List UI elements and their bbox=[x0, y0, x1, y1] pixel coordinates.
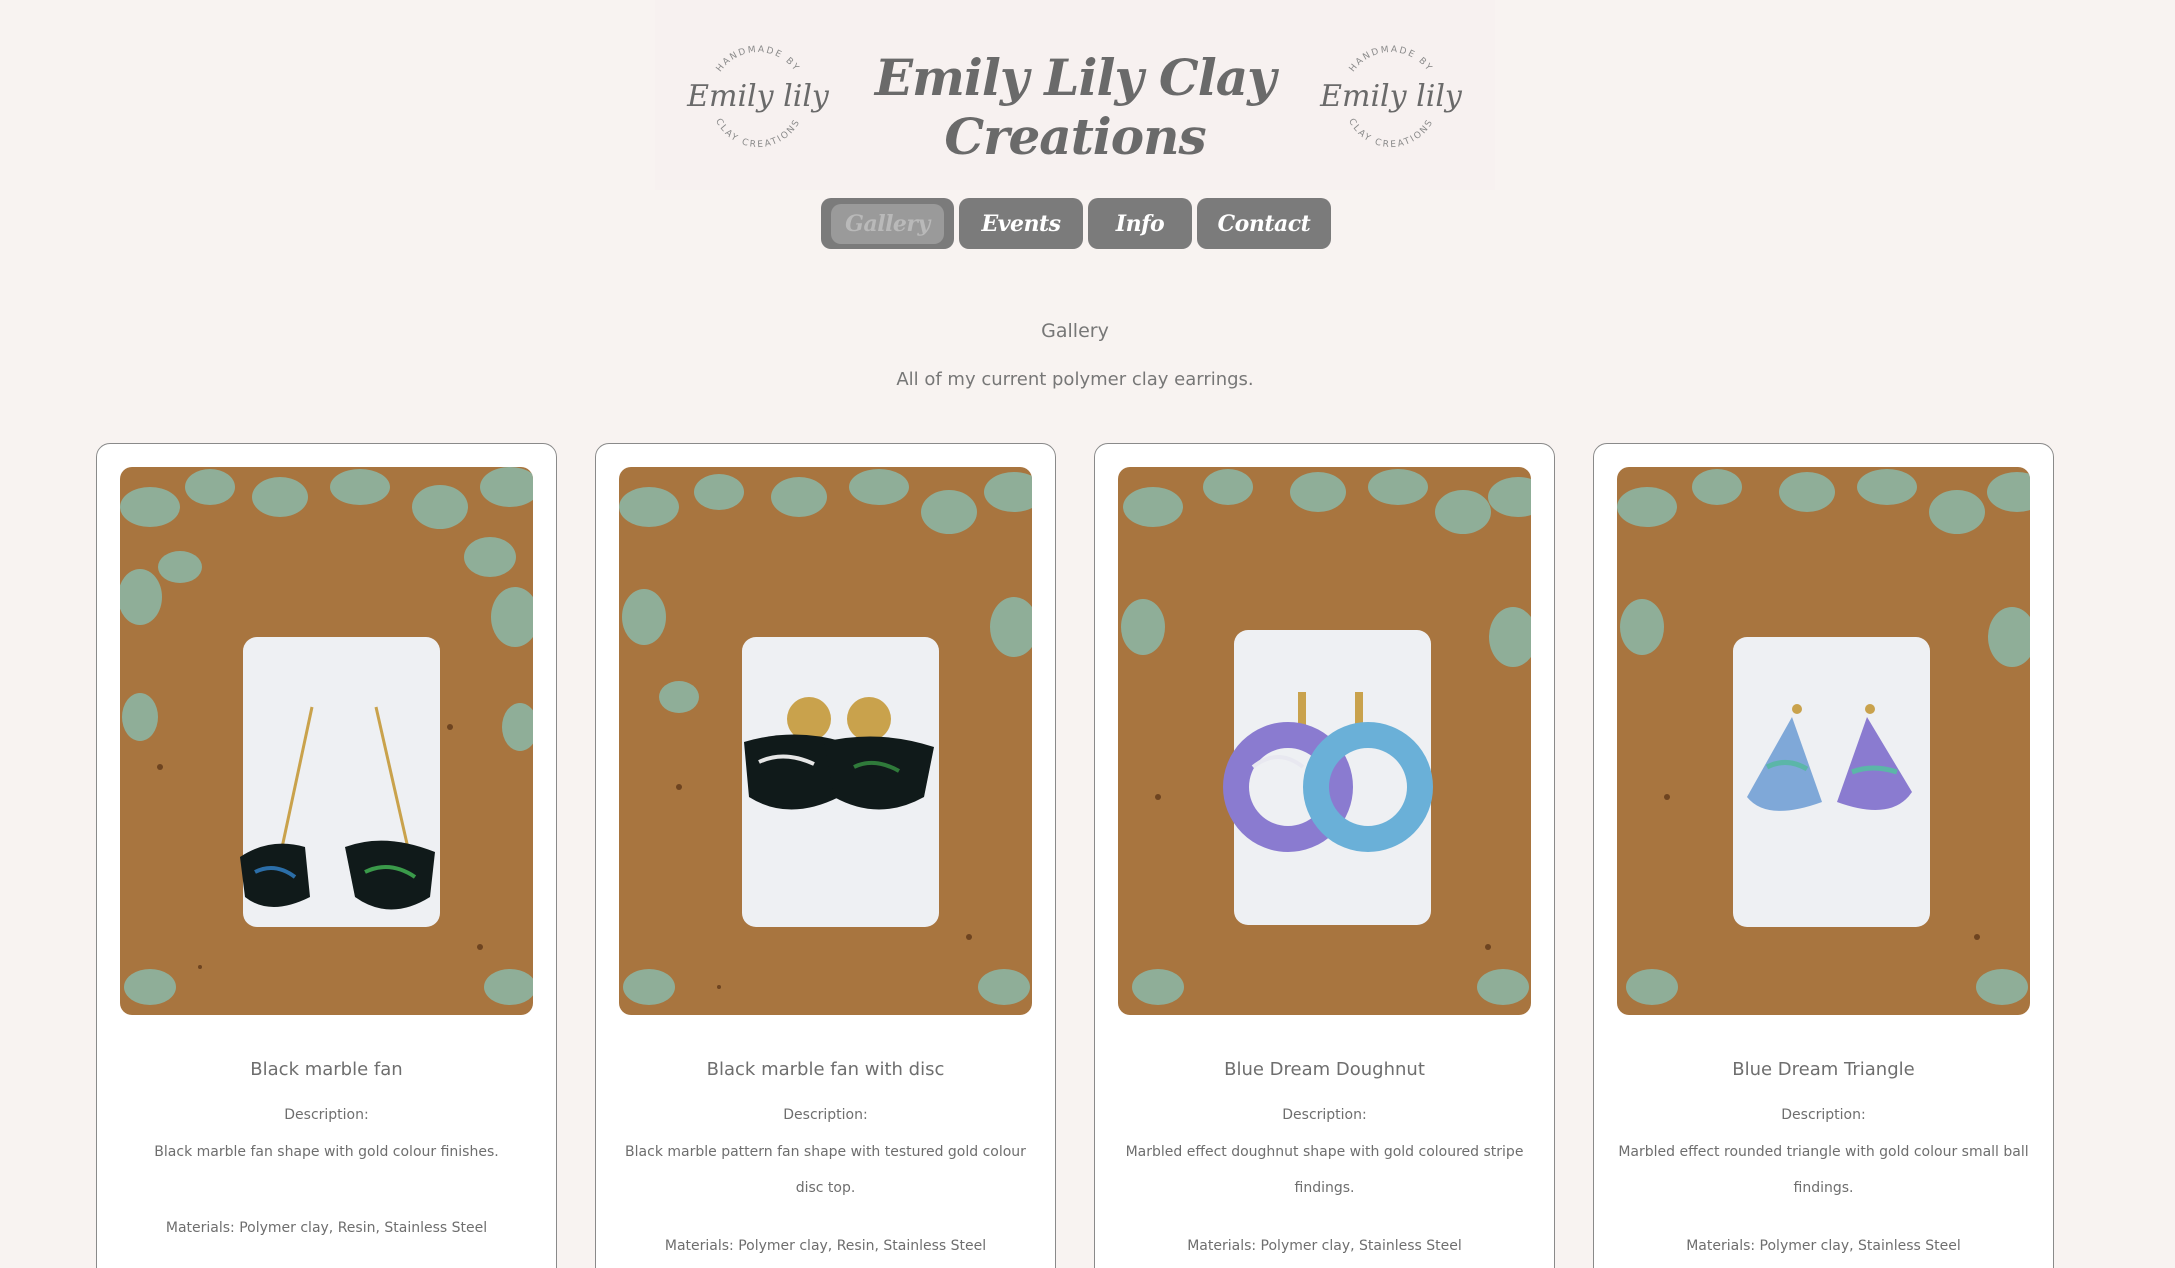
product-photo-black-marble-fan-disc[interactable] bbox=[619, 467, 1032, 1015]
site-title: Emily Lily Clay Creations bbox=[874, 48, 1276, 166]
product-materials: Materials: Polymer clay, Stainless Steel bbox=[1187, 1238, 1462, 1254]
product-card[interactable]: Blue Dream Triangle Description: Marbled… bbox=[1593, 443, 2054, 1268]
description-label: Description: bbox=[1781, 1107, 1866, 1123]
svg-text:CLAY CREATIONS: CLAY CREATIONS bbox=[1346, 117, 1436, 150]
product-description: Marbled effect rounded triangle with gol… bbox=[1618, 1144, 2029, 1196]
gallery-subtitle: All of my current polymer clay earrings. bbox=[896, 369, 1254, 390]
svg-text:HANDMADE BY: HANDMADE BY bbox=[1348, 45, 1435, 74]
product-materials: Materials: Polymer clay, Resin, Stainles… bbox=[664, 1238, 987, 1254]
logo-script-text: Emily lily bbox=[1319, 79, 1463, 114]
page: HANDMADE BY Emily lily CLAY CREATIONS Em… bbox=[0, 0, 2175, 1268]
product-description: Black marble fan shape with gold colour … bbox=[154, 1144, 499, 1160]
product-name: Blue Dream Triangle bbox=[1732, 1059, 1915, 1080]
gallery-heading: Gallery bbox=[1041, 320, 1109, 342]
product-materials: Materials: Polymer clay, Resin, Stainles… bbox=[165, 1220, 488, 1236]
description-label: Description: bbox=[1282, 1107, 1367, 1123]
nav-gallery-button[interactable]: Gallery bbox=[821, 198, 954, 249]
nav-info-button[interactable]: Info bbox=[1088, 198, 1192, 249]
nav-events-label: Events bbox=[981, 210, 1061, 237]
logo-bottom-text: CLAY CREATIONS bbox=[1346, 117, 1434, 150]
product-card[interactable]: Black marble fan Description: Black marb… bbox=[96, 443, 557, 1268]
svg-text:HANDMADE BY: HANDMADE BY bbox=[715, 45, 802, 74]
svg-text:CLAY CREATIONS: CLAY CREATIONS bbox=[713, 117, 803, 150]
product-photo-black-marble-fan[interactable] bbox=[120, 467, 533, 1015]
product-card[interactable]: Black marble fan with disc Description: … bbox=[595, 443, 1056, 1268]
logo-bottom-text: CLAY CREATIONS bbox=[713, 117, 801, 150]
logo-top-text: HANDMADE BY bbox=[1348, 45, 1433, 74]
nav-info-label: Info bbox=[1115, 210, 1165, 237]
nav-contact-label: Contact bbox=[1217, 210, 1311, 237]
product-description: Marbled effect doughnut shape with gold … bbox=[1125, 1144, 1524, 1196]
logo-script-text: Emily lily bbox=[686, 79, 830, 114]
product-card[interactable]: Blue Dream Doughnut Description: Marbled… bbox=[1094, 443, 1555, 1268]
product-name: Black marble fan bbox=[250, 1059, 403, 1080]
nav-events-button[interactable]: Events bbox=[959, 198, 1083, 249]
logo-badge-left[interactable]: HANDMADE BY Emily lily CLAY CREATIONS bbox=[683, 22, 833, 172]
product-materials: Materials: Polymer clay, Stainless Steel bbox=[1686, 1238, 1961, 1254]
description-label: Description: bbox=[783, 1107, 868, 1123]
product-name: Blue Dream Doughnut bbox=[1224, 1059, 1425, 1080]
logo-top-text: HANDMADE BY bbox=[715, 45, 800, 74]
nav-gallery-label: Gallery bbox=[831, 203, 944, 244]
product-description: Black marble pattern fan shape with test… bbox=[625, 1144, 1026, 1196]
description-label: Description: bbox=[284, 1107, 369, 1123]
main-nav: Gallery Events Info Contact bbox=[821, 198, 1331, 249]
nav-contact-button[interactable]: Contact bbox=[1197, 198, 1331, 249]
product-photo-blue-dream-doughnut[interactable] bbox=[1118, 467, 1531, 1015]
product-photo-blue-dream-triangle[interactable] bbox=[1617, 467, 2030, 1015]
logo-badge-right: HANDMADE BY Emily lily CLAY CREATIONS bbox=[1319, 45, 1463, 150]
product-name: Black marble fan with disc bbox=[706, 1059, 945, 1080]
